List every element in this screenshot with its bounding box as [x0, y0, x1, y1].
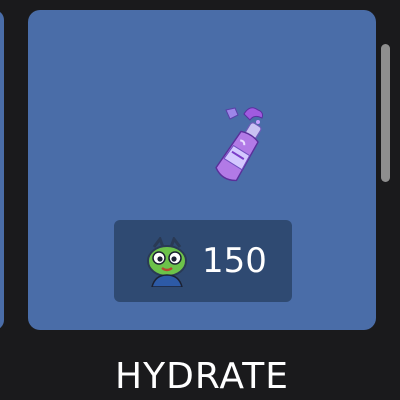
item-title: HYDRATE — [115, 356, 289, 397]
shop-screen: 150 HYDRATE — [0, 0, 400, 400]
price-box: 150 — [114, 220, 292, 302]
vertical-scrollbar[interactable] — [381, 44, 390, 182]
price-value: 150 — [202, 241, 267, 281]
green-alien-robot-avatar-icon — [147, 237, 187, 287]
drink-bottle-icon — [215, 107, 263, 182]
item-card[interactable]: 150 — [28, 10, 376, 330]
previous-item-card[interactable] — [0, 10, 4, 330]
